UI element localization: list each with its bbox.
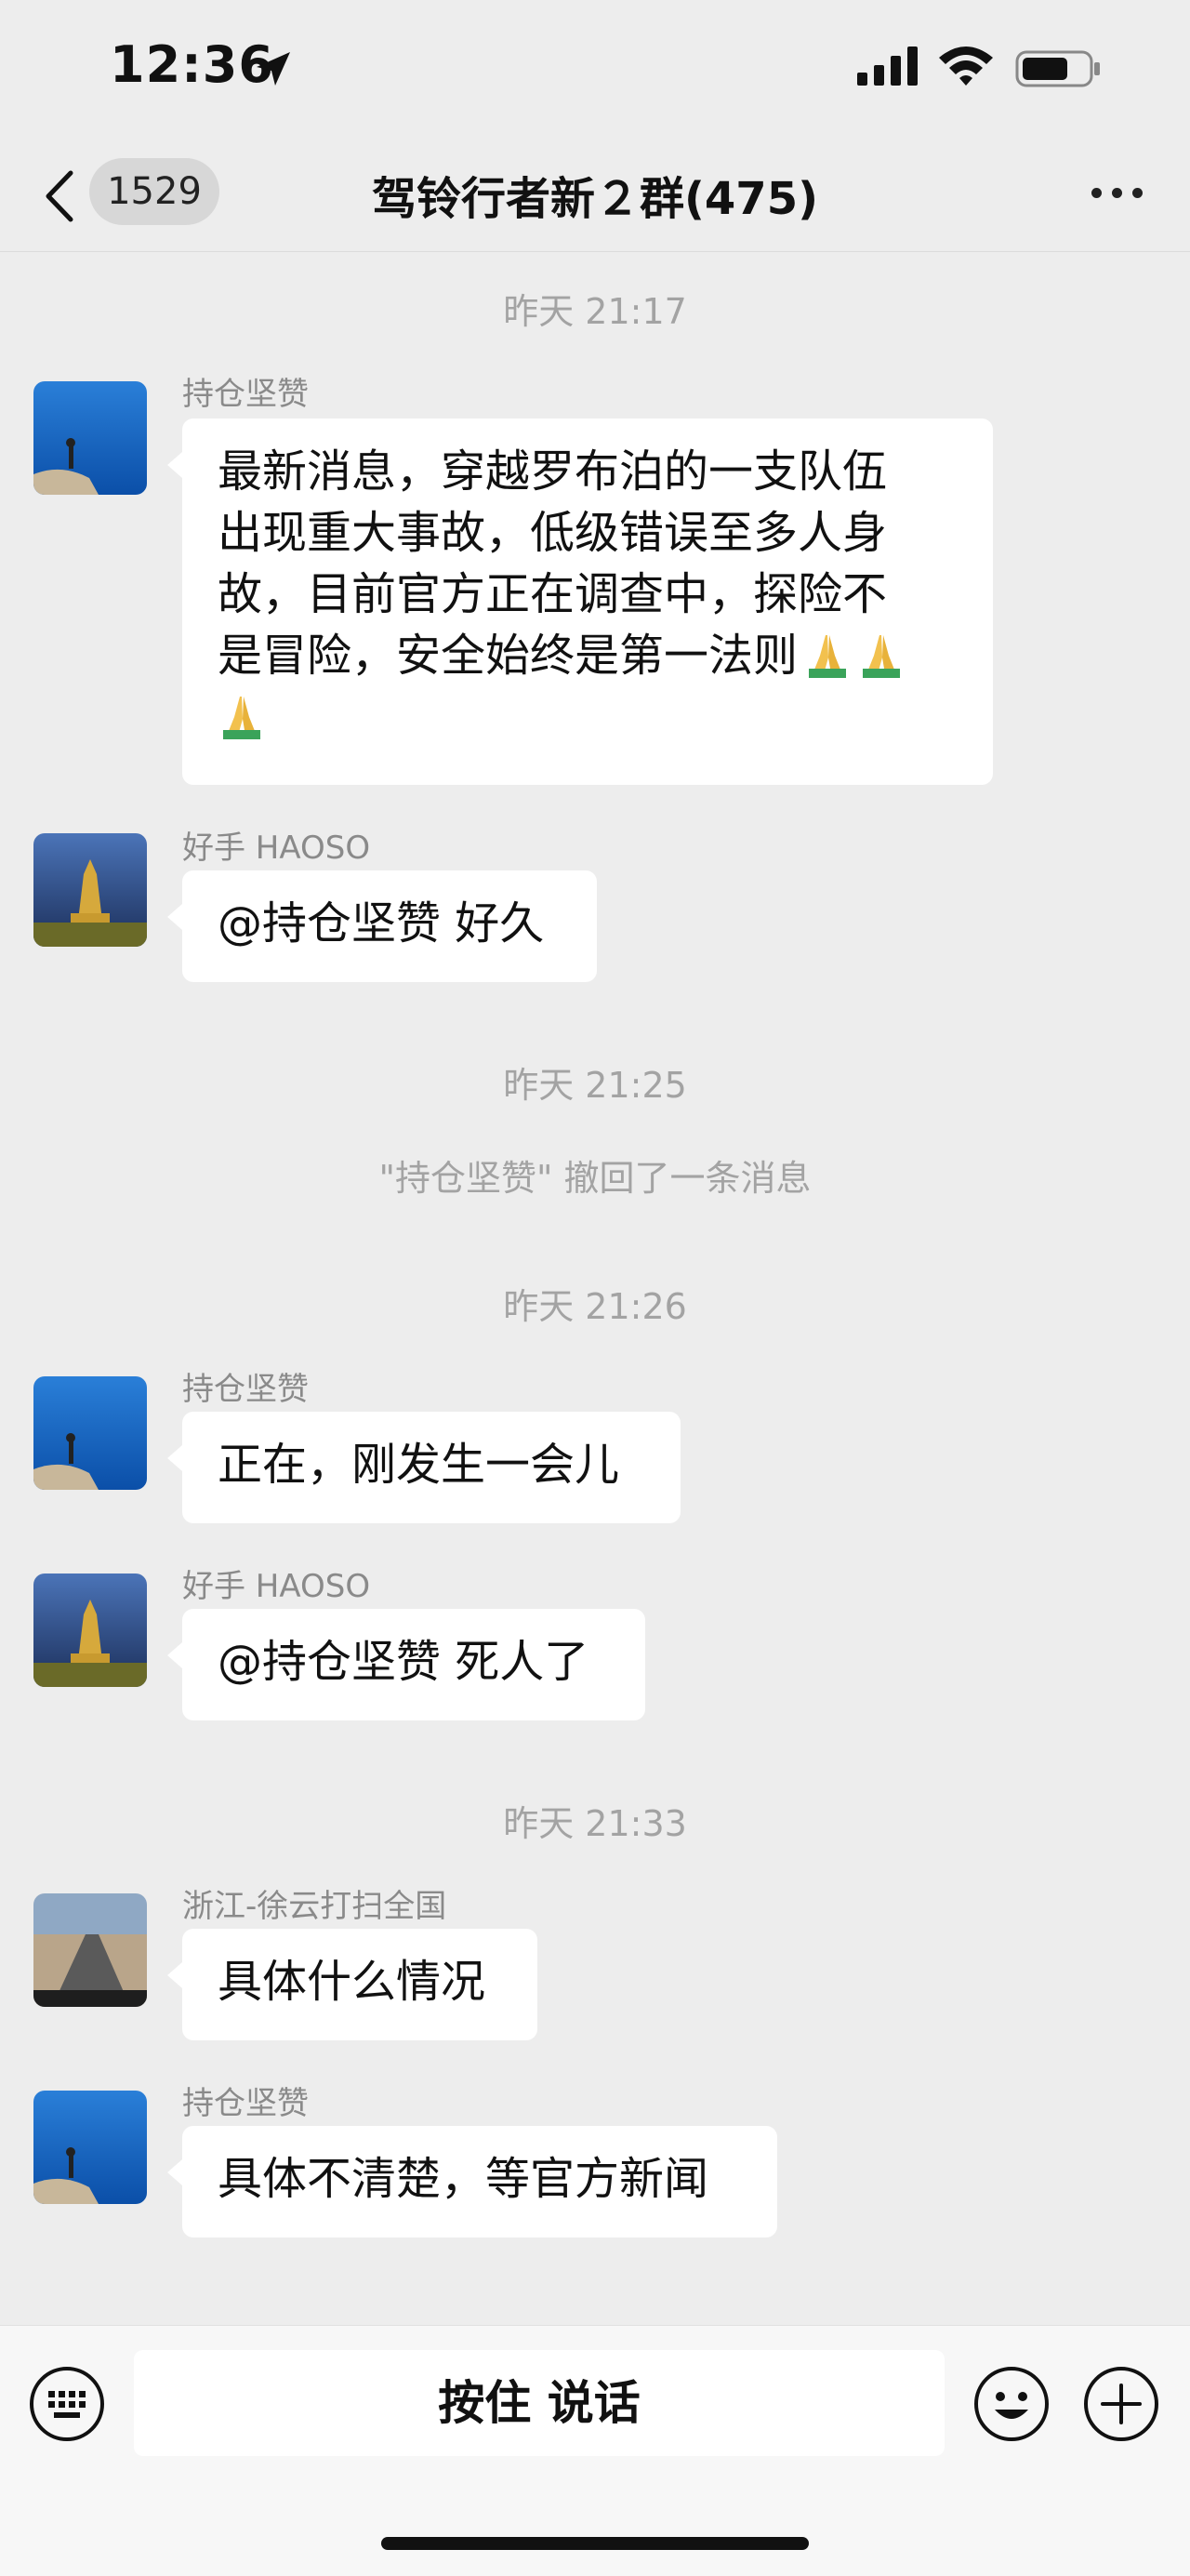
message-bubble[interactable]: @持仓坚赞 死人了	[167, 1609, 645, 1720]
message-line: 最新消息，穿越罗布泊的一支队伍	[218, 445, 888, 498]
message-line: 是冒险，安全始终是第一法则	[218, 625, 958, 686]
more-options-button[interactable]	[1090, 175, 1145, 212]
message-text: 具体不清楚，等官方新闻	[218, 2153, 709, 2205]
chat-title: 驾铃行者新２群(475)	[371, 173, 819, 225]
message-bubble[interactable]: 具体什么情况	[167, 1929, 537, 2040]
avatar[interactable]	[33, 1376, 147, 1490]
plus-icon[interactable]	[1082, 2365, 1160, 2443]
emoji-face-icon[interactable]	[972, 2365, 1051, 2443]
message-text: 正在，刚发生一会儿	[218, 1439, 620, 1491]
status-bar: 12:36	[0, 0, 1190, 139]
keyboard-icon[interactable]	[28, 2365, 106, 2443]
timestamp: 昨天 21:25	[503, 1065, 687, 1106]
avatar[interactable]	[33, 2091, 147, 2204]
cellular-signal-icon	[857, 46, 918, 86]
avatar-sea-image	[33, 381, 147, 495]
more-dot-icon	[1112, 188, 1122, 198]
avatar[interactable]	[33, 1573, 147, 1687]
avatar-road-image	[33, 1893, 147, 2007]
timestamp: 昨天 21:17	[503, 291, 687, 332]
folded-hands-icon	[809, 635, 847, 678]
message-text: @持仓坚赞 好久	[218, 897, 545, 949]
sender-name: 浙江-徐云打扫全国	[182, 1888, 447, 1925]
message-bubble[interactable]: @持仓坚赞 好久	[167, 870, 597, 982]
home-indicator	[381, 2537, 809, 2550]
sender-name: 持仓坚赞	[182, 376, 309, 413]
message-text: 具体什么情况	[218, 1956, 486, 2008]
more-dot-icon	[1132, 188, 1143, 198]
avatar[interactable]	[33, 381, 147, 495]
message-line: 出现重大事故，低级错误至多人身	[218, 507, 888, 559]
avatar[interactable]	[33, 1893, 147, 2007]
avatar-sea-image	[33, 2091, 147, 2204]
message-bubble[interactable]: 正在，刚发生一会儿	[167, 1412, 681, 1523]
hold-to-talk-button[interactable]: 按住 说话	[134, 2350, 945, 2456]
timestamp: 昨天 21:33	[503, 1803, 687, 1844]
folded-hands-icon	[863, 635, 901, 678]
battery-icon	[1015, 50, 1100, 87]
sender-name: 好手 HAOSO	[182, 830, 371, 867]
message-bubble[interactable]: 具体不清楚，等官方新闻	[167, 2126, 777, 2237]
status-time: 12:36	[110, 35, 274, 94]
sender-name: 好手 HAOSO	[182, 1568, 371, 1605]
timestamp: 昨天 21:26	[503, 1286, 687, 1327]
avatar-statue-image	[33, 833, 147, 947]
message-line	[218, 686, 958, 748]
recall-notice: "持仓坚赞" 撤回了一条消息	[378, 1158, 812, 1199]
location-arrow-icon	[257, 52, 290, 86]
more-dot-icon	[1091, 188, 1102, 198]
avatar-statue-image	[33, 1573, 147, 1687]
message-text: 是冒险，安全始终是第一法则	[218, 630, 799, 682]
folded-hands-icon	[223, 697, 260, 739]
message-text: @持仓坚赞 死人了	[218, 1636, 589, 1688]
avatar[interactable]	[33, 833, 147, 947]
chat-header: 1529 驾铃行者新２群(475)	[0, 139, 1190, 252]
avatar-sea-image	[33, 1376, 147, 1490]
sender-name: 持仓坚赞	[182, 2085, 309, 2122]
message-bubble[interactable]: 最新消息，穿越罗布泊的一支队伍 出现重大事故，低级错误至多人身 故，目前官方正在…	[167, 418, 993, 785]
wifi-icon	[939, 46, 993, 86]
sender-name: 持仓坚赞	[182, 1371, 309, 1408]
message-line: 故，目前官方正在调查中，探险不	[218, 568, 888, 620]
